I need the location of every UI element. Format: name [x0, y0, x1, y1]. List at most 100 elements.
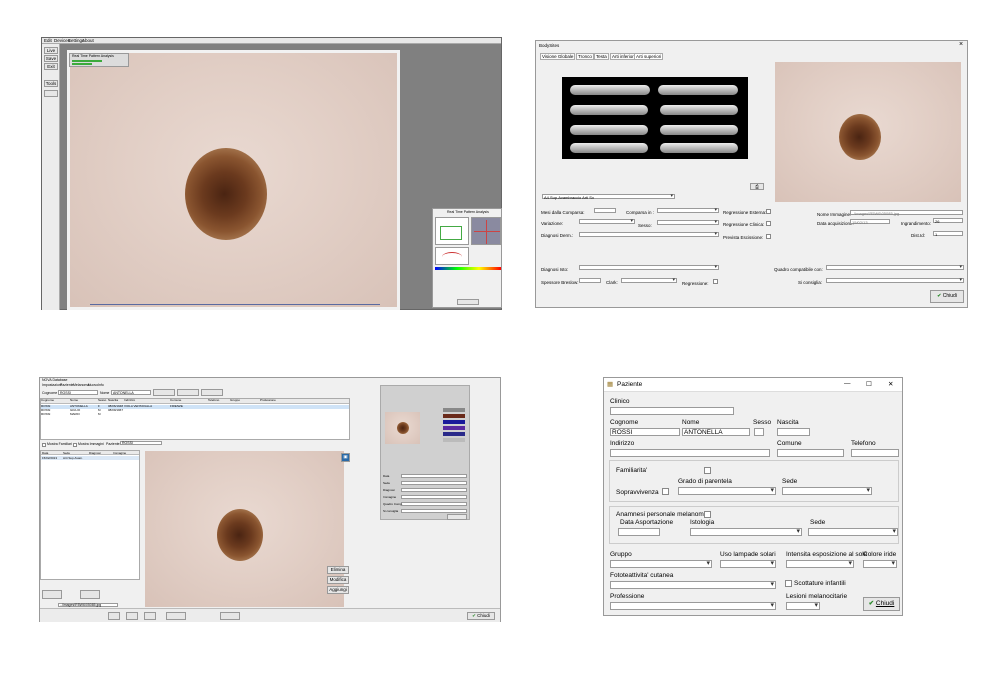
list-header-cell[interactable]: Diagnosi	[89, 451, 101, 455]
tab-arti-inferiori[interactable]: Arti inferiori	[610, 53, 637, 60]
list-action-1[interactable]	[42, 590, 62, 599]
search-button[interactable]	[153, 389, 175, 396]
small-button[interactable]	[44, 90, 58, 97]
list-header-cell[interactable]: Data	[42, 451, 48, 455]
nome-immagine-field[interactable]: ..\images\R5W6\05085.jpg	[850, 210, 963, 216]
istologia-select[interactable]	[690, 527, 802, 536]
uso-lampade-select[interactable]	[720, 559, 776, 568]
prevista-checkbox[interactable]	[766, 234, 771, 239]
preview-field-4[interactable]	[401, 495, 467, 499]
mostra-familiari-checkbox[interactable]	[42, 443, 46, 447]
menu-about[interactable]: About	[82, 38, 94, 43]
indirizzo-field[interactable]	[610, 449, 770, 457]
table-header-cell[interactable]: Indirizzo	[124, 398, 135, 402]
aggiungi-button[interactable]: Aggiungi	[327, 586, 349, 594]
close-icon[interactable]: ✕	[888, 380, 893, 388]
clinico-field[interactable]	[610, 407, 734, 415]
reg-esterna-checkbox[interactable]	[766, 209, 771, 214]
preview-ok-button[interactable]	[447, 514, 467, 520]
diagnosi-isto-select[interactable]	[579, 264, 719, 270]
table-header-cell[interactable]: Telefono	[208, 398, 219, 402]
chiudi-button-nova[interactable]: ✔ Chiudi	[467, 612, 495, 620]
tab-visione-globale[interactable]: Visione Globale	[540, 53, 576, 60]
site-select[interactable]: A4.Sup.Avambraccio Arti Sx	[542, 193, 675, 200]
print-icon[interactable]: ⎙	[750, 183, 764, 190]
table-header-cell[interactable]: Cognome	[41, 398, 54, 402]
nome-field[interactable]: ANTONELLA	[682, 428, 750, 436]
tab-testa[interactable]: Testa	[594, 53, 609, 60]
preview-field-3[interactable]	[401, 488, 467, 492]
body-map[interactable]	[562, 77, 748, 159]
chiudi-button[interactable]: ✔ Chiudi	[930, 290, 964, 303]
list-action-2[interactable]	[80, 590, 100, 599]
tool-button-1[interactable]	[166, 612, 186, 620]
clark-select[interactable]	[621, 277, 677, 283]
nascita-field[interactable]	[777, 428, 810, 436]
preview-field-1[interactable]	[401, 474, 467, 478]
preview-field-5[interactable]	[401, 502, 467, 506]
tab-tronco[interactable]: Tronco	[576, 53, 594, 60]
professione-select[interactable]	[610, 601, 776, 610]
new-button[interactable]	[177, 389, 199, 396]
spessore-field[interactable]	[579, 278, 601, 283]
zoom-button[interactable]: ▣	[341, 453, 350, 462]
sopravvivenza-checkbox[interactable]	[662, 488, 669, 495]
live-button[interactable]: Live	[44, 47, 58, 54]
exit-button[interactable]: Exit	[44, 63, 58, 70]
gruppo-select[interactable]	[610, 559, 712, 568]
colore-select[interactable]	[863, 559, 897, 568]
table-header-cell[interactable]: Nascita	[108, 398, 118, 402]
quadro-select[interactable]	[826, 264, 964, 270]
cognome-search[interactable]: ROSSI	[58, 390, 98, 395]
modifica-button[interactable]: Modifica	[327, 576, 349, 584]
sesso-field[interactable]	[754, 428, 764, 436]
diagnosi-derm-select[interactable]	[579, 231, 719, 237]
close-icon[interactable]: ×	[959, 41, 963, 48]
nav-button-3[interactable]	[144, 612, 156, 620]
list-header-cell[interactable]: Immagine	[113, 451, 126, 455]
tool-button-2[interactable]	[220, 612, 240, 620]
lesioni-select[interactable]	[786, 601, 820, 610]
comparsa-select[interactable]	[657, 207, 719, 213]
table-header-cell[interactable]: Comune	[170, 398, 181, 402]
sede-select[interactable]	[782, 486, 872, 495]
table-header-cell[interactable]: Gruppo	[230, 398, 240, 402]
tab-arti-superiori[interactable]: Arti superiori	[634, 53, 664, 60]
scottature-checkbox[interactable]	[785, 580, 792, 587]
paziente-field[interactable]: ROSSI	[120, 441, 162, 445]
grado-select[interactable]	[678, 486, 776, 495]
mostra-immagini-checkbox[interactable]	[73, 443, 77, 447]
elimina-button[interactable]: Elimina	[327, 566, 349, 574]
nav-button-1[interactable]	[108, 612, 120, 620]
list-header-cell[interactable]: Sede	[63, 451, 70, 455]
minimize-icon[interactable]: —	[844, 380, 851, 387]
sesso-select[interactable]	[657, 219, 719, 225]
menu-melanoma[interactable]: Melanoma	[73, 383, 89, 387]
preview-field-2[interactable]	[401, 481, 467, 485]
chiudi-button-paziente[interactable]: ✔ Chiudi	[863, 597, 900, 611]
tools-button[interactable]: Tools	[44, 80, 58, 87]
menu-info[interactable]: Info	[98, 383, 104, 387]
save-button[interactable]: Save	[44, 55, 58, 62]
sede-2-select[interactable]	[808, 527, 898, 536]
nome-search[interactable]: ANTONELLA	[111, 390, 151, 395]
menu-edit[interactable]: Edit	[44, 38, 52, 43]
anamnesi-checkbox[interactable]	[704, 511, 711, 518]
nav-button-2[interactable]	[126, 612, 138, 620]
familiarita-checkbox[interactable]	[704, 467, 711, 474]
data-acq-field[interactable]: 15/02/13	[850, 219, 890, 225]
intensita-select[interactable]	[786, 559, 854, 568]
regressione-checkbox[interactable]	[713, 279, 718, 284]
data-asp-field[interactable]	[618, 528, 660, 536]
comune-field[interactable]	[777, 449, 844, 457]
foto-select[interactable]	[610, 580, 776, 589]
dist-field[interactable]: 1	[933, 231, 963, 237]
image-path-field[interactable]: ..\images\R5W6\05085.jpg	[58, 603, 118, 607]
telefono-field[interactable]	[851, 449, 899, 457]
preview-field-6[interactable]	[401, 509, 467, 513]
table-header-cell[interactable]: Nome	[70, 398, 78, 402]
table-header-cell[interactable]: Professione	[260, 398, 276, 402]
reg-clinica-checkbox[interactable]	[766, 221, 771, 226]
menu-paziente[interactable]: Paziente	[60, 383, 74, 387]
edit-button[interactable]	[201, 389, 223, 396]
